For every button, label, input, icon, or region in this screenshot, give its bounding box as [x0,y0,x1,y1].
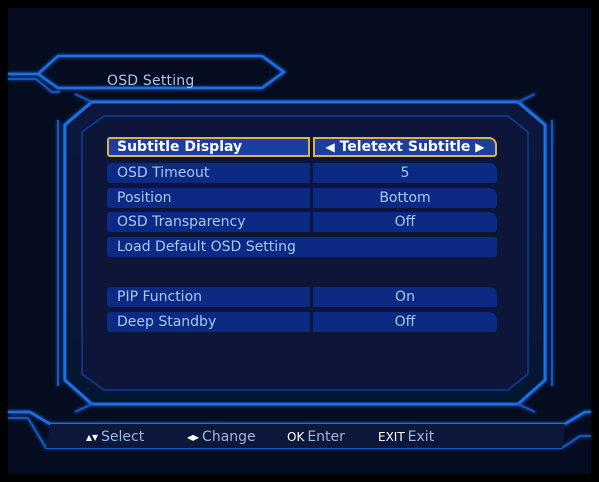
menu-row-position[interactable]: Position Bottom [107,188,499,208]
menu-row-subtitle-display[interactable]: Subtitle Display ◀ Teletext Subtitle ▶ [107,137,499,157]
hint-select-label: Select [101,429,145,445]
menu-row-value: Off [313,312,497,332]
tv-screen: OSD Setting Subtitle Display ◀ Teletext … [0,0,599,482]
exit-key-label: EXIT [378,430,405,444]
menu-row-label: Subtitle Display [107,137,310,157]
hint-exit: EXIT Exit [378,428,434,446]
up-down-arrows-icon: ▴▾ [86,430,99,444]
right-triangle-icon[interactable]: ▶ [475,140,484,154]
hint-change: ◂▸ Change [187,428,256,446]
menu-row-pip-function[interactable]: PIP Function On [107,287,499,307]
menu-row-value: On [313,287,497,307]
menu-row-label: OSD Timeout [107,163,310,183]
menu-row-osd-transparency[interactable]: OSD Transparency Off [107,212,499,232]
menu-row-label: Position [107,188,310,208]
left-right-arrows-icon: ◂▸ [187,430,200,444]
menu-row-deep-standby[interactable]: Deep Standby Off [107,312,499,332]
page-title: OSD Setting [107,73,195,89]
hint-enter-label: Enter [307,429,345,445]
hint-exit-label: Exit [407,429,435,445]
menu-row-value-selector[interactable]: ◀ Teletext Subtitle ▶ [313,137,497,157]
left-triangle-icon[interactable]: ◀ [325,140,334,154]
menu-row-load-default[interactable]: Load Default OSD Setting [107,237,499,257]
menu-row-label: Deep Standby [107,312,310,332]
menu-row-label: PIP Function [107,287,310,307]
menu-row-value: Off [313,212,497,232]
ok-key-label: OK [287,430,305,444]
menu-row-value: Bottom [313,188,497,208]
menu-row-value: Teletext Subtitle [339,139,471,155]
hint-change-label: Change [202,429,256,445]
hint-enter: OK Enter [287,428,345,446]
menu-row-label: OSD Transparency [107,212,310,232]
menu-row-osd-timeout[interactable]: OSD Timeout 5 [107,163,499,183]
menu-row-value: 5 [313,163,497,183]
menu-row-label: Load Default OSD Setting [107,237,497,257]
hint-select: ▴▾ Select [86,428,144,446]
